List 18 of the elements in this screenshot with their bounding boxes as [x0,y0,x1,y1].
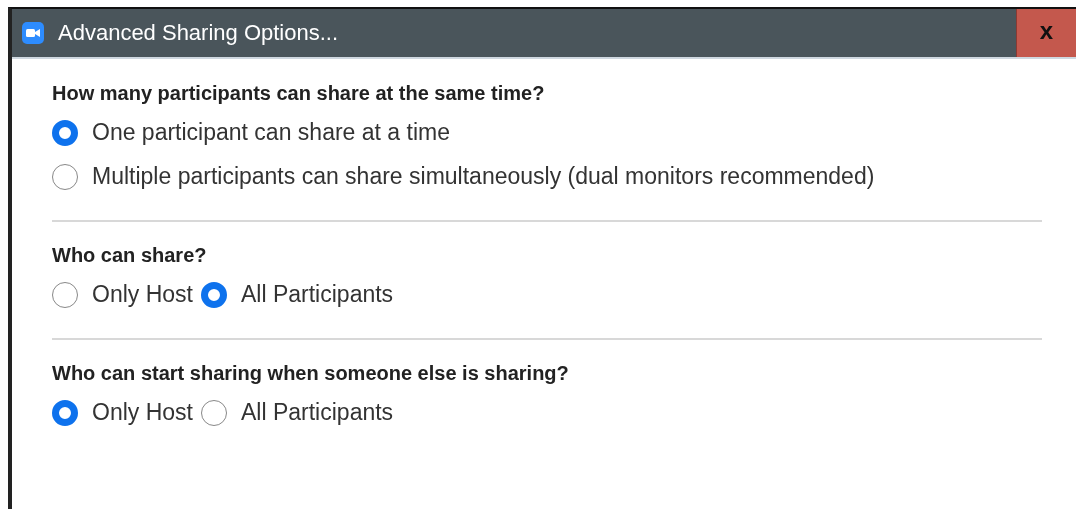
section-heading: How many participants can share at the same time? [52,82,546,105]
radio-button[interactable] [201,399,227,426]
radio-option[interactable]: Only Host [52,399,193,426]
section-heading: Who can share? [52,244,208,267]
close-button[interactable]: x [1016,9,1076,57]
radio-button[interactable] [201,281,227,308]
radio-option[interactable]: Multiple participants can share simultaneously (dual monitors recommended) [52,163,1042,190]
radio-option[interactable]: All Participants [201,399,394,426]
video-camera-icon [22,22,44,44]
window-title: Advanced Sharing Options... [58,20,340,46]
section-heading: Who can start sharing when someone else is sharing? [52,362,570,385]
radio-option[interactable]: Only Host [52,281,193,308]
radio-button[interactable] [52,399,78,426]
radio-button[interactable] [52,119,78,146]
radio-button[interactable] [52,281,78,308]
radio-button[interactable] [52,163,78,190]
radio-option[interactable]: All Participants [201,281,394,308]
radio-option[interactable]: One participant can share at a time [52,119,1042,146]
